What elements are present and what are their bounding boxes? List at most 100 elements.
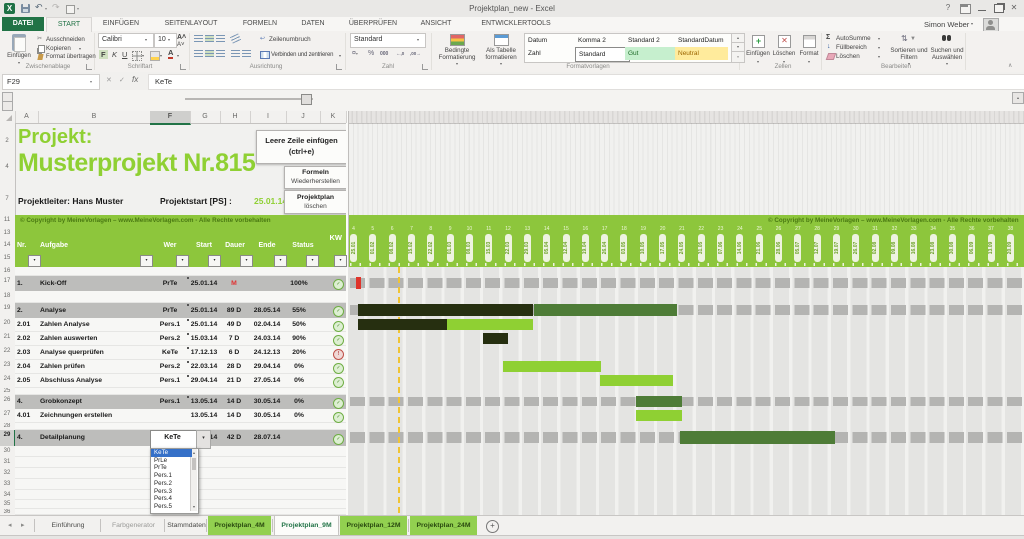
align-center-icon[interactable] <box>205 50 214 57</box>
align-middle-icon[interactable] <box>205 35 214 42</box>
task-nr[interactable]: 4. <box>17 430 37 446</box>
task-name[interactable]: Analyse <box>40 303 148 318</box>
ribbon-tab-überprüfen[interactable]: ÜBERPRÜFEN <box>338 17 408 31</box>
sheet-tab-projektplan_12m[interactable]: Projektplan_12M <box>340 516 407 535</box>
help-icon[interactable]: ? <box>942 3 954 12</box>
gantt-bar-done[interactable] <box>483 333 508 344</box>
select-all-corner[interactable] <box>0 111 16 123</box>
user-name[interactable]: Simon Weber <box>924 20 969 29</box>
task-dur[interactable]: M <box>218 276 250 291</box>
row-header-7[interactable]: 7 <box>0 194 14 214</box>
filter-button[interactable]: ▾ <box>140 255 153 267</box>
restore-icon[interactable] <box>994 4 1004 13</box>
style-cell-standard[interactable]: Standard <box>575 47 630 62</box>
task-who[interactable]: Pers.2 <box>150 360 190 374</box>
task-dur[interactable]: 14 D <box>218 395 250 409</box>
row-header-30[interactable]: 30 <box>0 446 14 457</box>
ribbon-tab-einfügen[interactable]: EINFÜGEN <box>92 17 150 31</box>
collapse-ribbon-icon[interactable]: ∧ <box>1008 62 1012 69</box>
task-name[interactable]: Kick-Off <box>40 276 148 291</box>
row-header-26[interactable]: 26 <box>0 395 14 409</box>
borders-icon[interactable] <box>132 51 142 61</box>
tab-scroll-left-icon[interactable]: ◂ <box>8 521 12 529</box>
task-who[interactable]: Pers.1 <box>150 318 190 332</box>
merge-center-button[interactable]: Verbinden und zentrieren <box>271 52 333 58</box>
task-name[interactable]: Grobkonzept <box>40 395 148 409</box>
task-dur[interactable]: 14 D <box>218 409 250 423</box>
clear-button[interactable]: Löschen ▾ <box>826 52 884 60</box>
task-start[interactable]: 29.04.14 <box>186 374 222 388</box>
gallery-more-icon[interactable]: ▿ <box>731 51 745 63</box>
task-end[interactable]: 30.05.14 <box>248 395 286 409</box>
task-nr[interactable]: 2.01 <box>17 318 37 332</box>
user-dropdown-icon[interactable]: ▾ <box>971 21 973 26</box>
task-dur[interactable]: 49 D <box>218 318 250 332</box>
task-status[interactable]: 55% <box>282 303 316 318</box>
task-status[interactable]: 50% <box>282 318 316 332</box>
borders-dropdown-icon[interactable]: ▾ <box>142 53 144 58</box>
sheet-tab-farbgenerator[interactable]: Farbgenerator <box>102 516 165 535</box>
align-left-icon[interactable] <box>194 50 203 57</box>
task-end[interactable]: 28.07.14 <box>248 430 286 446</box>
increase-indent-icon[interactable] <box>242 50 251 57</box>
task-status[interactable]: 0% <box>282 360 316 374</box>
filter-button[interactable]: ▾ <box>240 255 253 267</box>
task-status[interactable]: 90% <box>282 332 316 346</box>
gantt-bar-active[interactable] <box>680 431 835 444</box>
task-name[interactable]: Zahlen Analyse <box>40 318 148 332</box>
sheet-tab-projektplan_4m[interactable]: Projektplan_4M <box>208 516 271 535</box>
wrap-text-button[interactable]: Zeilenumbruch <box>269 36 311 43</box>
row-header-36[interactable]: 36 <box>0 509 14 515</box>
fill-color-dropdown-icon[interactable]: ▾ <box>160 53 162 58</box>
task-status[interactable]: 20% <box>282 346 316 360</box>
row-header-35[interactable]: 35 <box>0 500 14 509</box>
task-who[interactable]: PrTe <box>150 303 190 318</box>
font-color-icon[interactable]: A <box>168 49 173 59</box>
row-header-17[interactable]: 17 <box>0 276 14 291</box>
task-nr[interactable]: 2.03 <box>17 346 37 360</box>
task-status[interactable]: 0% <box>282 409 316 423</box>
gantt-bar-planned[interactable] <box>600 375 673 386</box>
task-end[interactable]: 24.12.13 <box>248 346 286 360</box>
bold-button[interactable]: F <box>99 50 108 59</box>
dropdown-option-pers5[interactable]: Pers.5 <box>151 503 192 511</box>
format-as-table-button[interactable]: Als Tabelle formatieren ▾ <box>480 33 522 69</box>
name-box[interactable]: F29 ▾ <box>2 74 100 90</box>
task-dur[interactable]: 21 D <box>218 374 250 388</box>
row-header-15[interactable]: 15 <box>0 253 14 267</box>
row-header-2[interactable]: 2 <box>0 136 14 162</box>
font-color-dropdown-icon[interactable]: ▾ <box>177 53 179 58</box>
task-name[interactable]: Zahlen auswerten <box>40 332 148 346</box>
row-header-33[interactable]: 33 <box>0 479 14 490</box>
filter-button[interactable]: ▾ <box>306 255 319 267</box>
style-cell-zahl[interactable]: Zahl <box>525 47 578 60</box>
filter-button[interactable]: ▾ <box>208 255 221 267</box>
task-dur[interactable]: 42 D <box>218 430 250 446</box>
task-start[interactable]: 13.05.14 <box>186 395 222 409</box>
form-slider-handle[interactable] <box>301 94 312 105</box>
style-cell-datum[interactable]: Datum <box>525 34 578 47</box>
task-name[interactable]: Analyse querprüfen <box>40 346 148 360</box>
merge-center-dropdown-icon[interactable]: ▾ <box>339 53 341 58</box>
accounting-format-icon[interactable]: ¤▾ <box>352 50 358 57</box>
filter-button[interactable]: ▾ <box>28 255 41 267</box>
percent-format-icon[interactable]: % <box>368 50 374 57</box>
fx-icon[interactable]: fx <box>132 75 138 84</box>
sheet-tab-projektplan_9m[interactable]: Projektplan_9M <box>274 516 339 535</box>
row-header-19[interactable]: 19 <box>0 303 14 318</box>
row-header-11[interactable]: 11 <box>0 215 14 228</box>
gantt-bar-done[interactable] <box>358 319 447 330</box>
shrink-font-button[interactable]: A˅ <box>177 42 185 48</box>
column-header-J[interactable]: J <box>286 111 321 123</box>
dialog-launcher-icon[interactable] <box>86 64 92 70</box>
comma-format-icon[interactable]: 000 <box>380 51 388 57</box>
task-end[interactable]: 24.03.14 <box>248 332 286 346</box>
insert-row-button[interactable]: Leere Zeile einfügen (ctrl+e) <box>256 130 347 164</box>
form-slider-track[interactable] <box>185 98 313 100</box>
font-family-select[interactable]: Calibri ▾ <box>98 33 154 48</box>
task-who[interactable] <box>150 409 190 423</box>
fill-button[interactable]: ↓ Füllbereich ▾ <box>826 43 884 51</box>
task-status[interactable]: 0% <box>282 374 316 388</box>
task-nr[interactable]: 4.01 <box>17 409 37 423</box>
column-header-I[interactable]: I <box>250 111 287 123</box>
